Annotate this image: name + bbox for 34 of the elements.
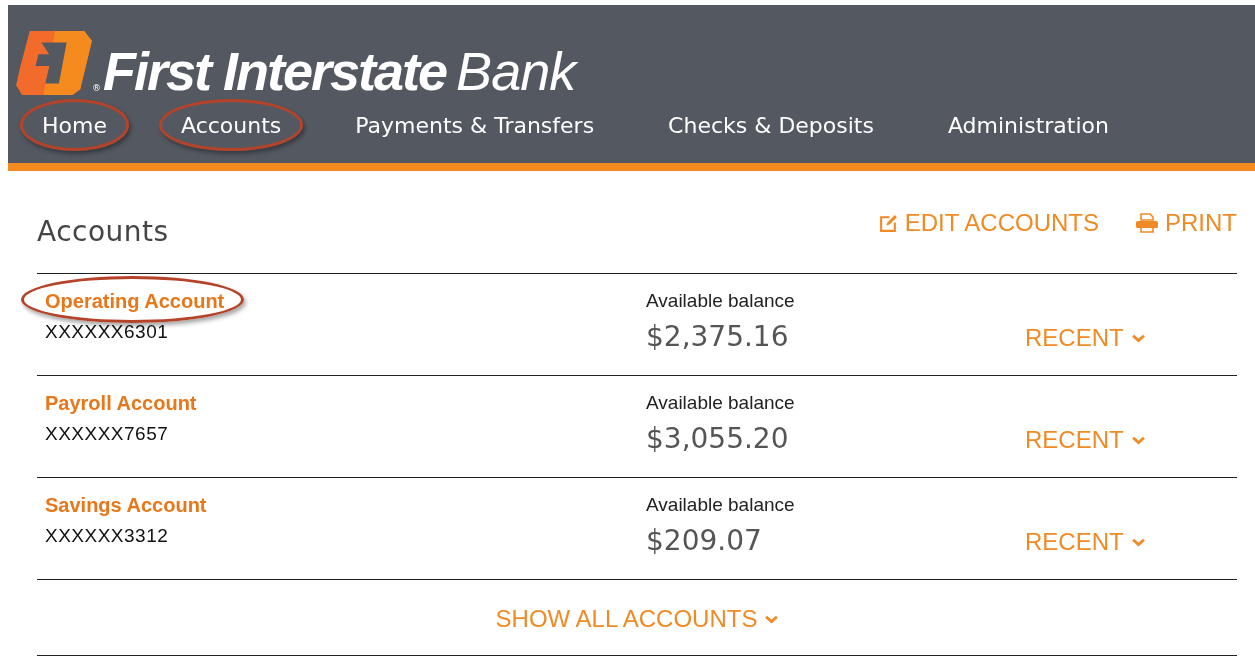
account-name-link[interactable]: Operating Account	[45, 290, 225, 313]
nav-link[interactable]: Checks & Deposits	[668, 111, 874, 141]
edit-accounts-link[interactable]: EDIT ACCOUNTS	[877, 209, 1099, 237]
show-all-accounts-link[interactable]: SHOW ALL ACCOUNTS	[495, 604, 779, 634]
logo-icon	[16, 29, 94, 97]
recent-dropdown[interactable]: RECENT	[1025, 426, 1145, 454]
edit-icon	[877, 212, 899, 234]
printer-icon	[1135, 213, 1159, 233]
nav-link[interactable]: Home	[42, 111, 107, 141]
balance-label: Available balance	[646, 392, 796, 414]
chevron-down-icon	[765, 614, 779, 624]
page-title: Accounts	[37, 215, 169, 248]
recent-dropdown[interactable]: RECENT	[1025, 324, 1145, 352]
chevron-down-icon	[1131, 435, 1145, 445]
registered-mark: ®	[92, 83, 101, 93]
nav-link[interactable]: Payments & Transfers	[355, 111, 595, 141]
balance-amount: $209.07	[646, 524, 763, 557]
balance-label: Available balance	[646, 290, 796, 312]
nav-link[interactable]: Accounts	[180, 111, 282, 141]
recent-dropdown[interactable]: RECENT	[1025, 528, 1145, 556]
brand-name: First Interstate	[103, 44, 447, 98]
account-name-link[interactable]: Savings Account	[45, 494, 207, 517]
chevron-down-icon	[1131, 333, 1145, 343]
account-name-link[interactable]: Payroll Account	[45, 392, 197, 415]
account-number: XXXXXX7657	[45, 423, 170, 445]
balance-amount: $3,055.20	[646, 422, 790, 455]
print-link[interactable]: PRINT	[1135, 209, 1237, 237]
chevron-down-icon	[1131, 537, 1145, 547]
balance-label: Available balance	[646, 494, 796, 516]
brand-suffix: Bank	[456, 44, 576, 98]
balance-amount: $2,375.16	[646, 320, 790, 353]
nav-link[interactable]: Administration	[947, 111, 1109, 141]
account-number: XXXXXX3312	[45, 525, 170, 547]
account-number: XXXXXX6301	[45, 321, 170, 343]
